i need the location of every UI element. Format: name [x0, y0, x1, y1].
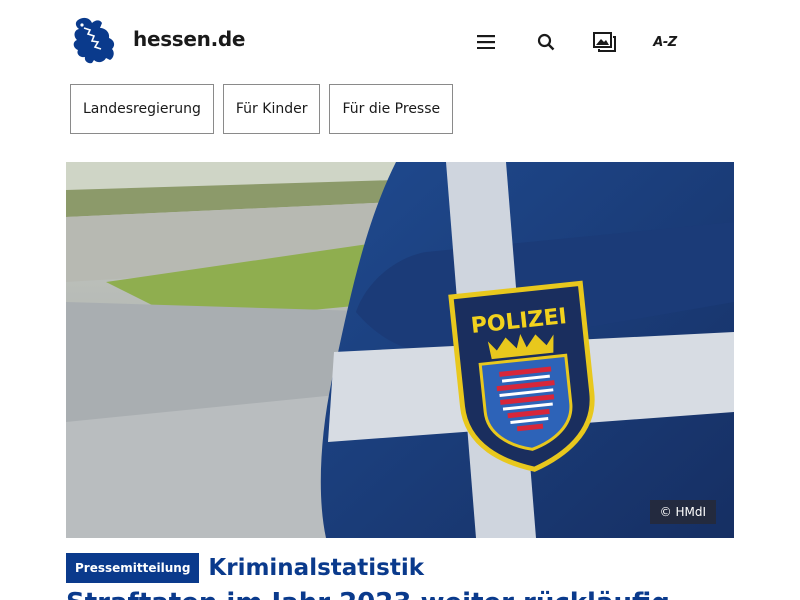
hero-image[interactable]: POLIZEI © HMdI — [66, 162, 734, 538]
media-gallery-icon[interactable] — [591, 28, 619, 56]
hessen-lion-logo-icon[interactable] — [70, 14, 118, 66]
site-brand[interactable]: hessen.de — [133, 27, 246, 51]
quicklink-landesregierung[interactable]: Landesregierung — [70, 84, 214, 134]
quicklink-fuer-kinder[interactable]: Für Kinder — [222, 84, 321, 134]
hamburger-menu-icon[interactable] — [472, 28, 500, 56]
image-credit: © HMdI — [649, 500, 716, 524]
police-uniform-photo: POLIZEI — [66, 162, 734, 538]
quicklinks-nav: Landesregierung Für Kinder Für die Press… — [70, 84, 454, 134]
article-kicker[interactable]: Kriminalstatistik — [208, 555, 424, 581]
article-header: Pressemitteilung Kriminalstatistik — [66, 553, 424, 583]
search-icon[interactable] — [532, 28, 560, 56]
article-title[interactable]: Straftaten im Jahr 2023 weiter rückläufi… — [66, 588, 670, 600]
a-z-index-link[interactable]: A-Z — [648, 28, 682, 56]
press-release-badge: Pressemitteilung — [66, 553, 200, 583]
quicklink-fuer-die-presse[interactable]: Für die Presse — [329, 84, 454, 134]
site-header: hessen.de A-Z — [0, 0, 800, 80]
